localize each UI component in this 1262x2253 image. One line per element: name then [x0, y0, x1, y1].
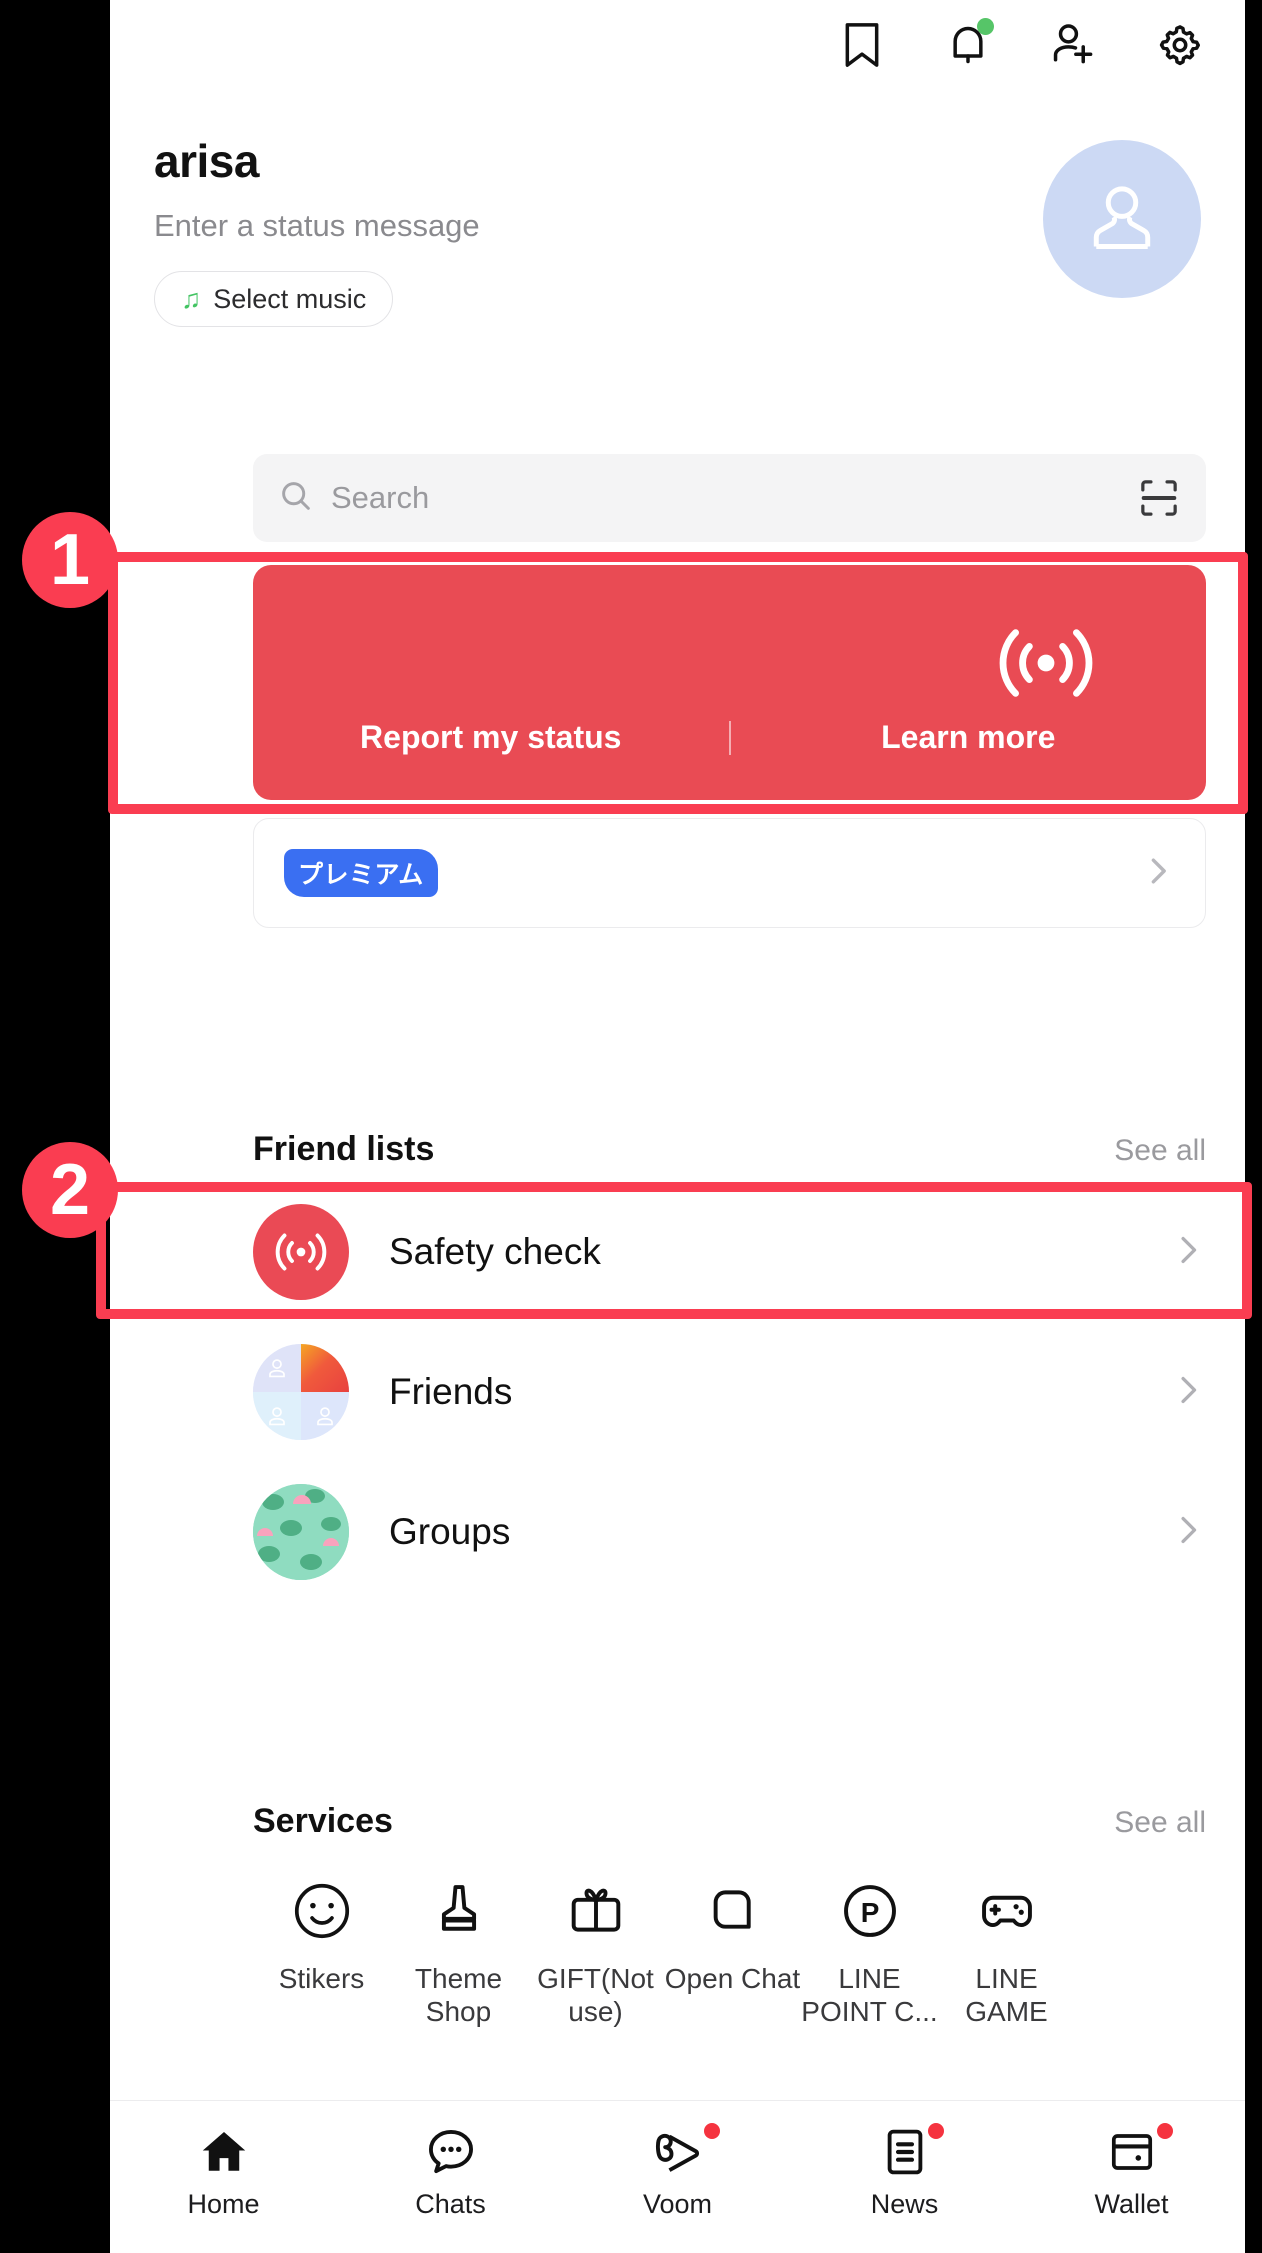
smiley-face-icon — [291, 1876, 353, 1946]
premium-row[interactable]: プレミアム — [253, 818, 1206, 928]
nav-chats[interactable]: Chats — [337, 2121, 564, 2220]
report-my-status-button[interactable]: Report my status — [253, 719, 729, 756]
nav-label: Wallet — [1094, 2189, 1169, 2219]
nav-label: Chats — [415, 2189, 486, 2219]
bottom-navigation: Home Chats Voom News Wallet — [110, 2100, 1245, 2253]
avatar[interactable] — [1043, 140, 1201, 298]
avatar-quadrant — [301, 1392, 349, 1440]
friend-lists-header: Friend lists See all — [253, 1130, 1206, 1169]
screenshot-root: arisa Enter a status message ♫ Select mu… — [0, 0, 1262, 2253]
safety-check-label: Safety check — [389, 1231, 601, 1272]
brush-icon — [428, 1876, 490, 1946]
point-p-icon: P — [839, 1876, 901, 1946]
friend-lists-title: Friend lists — [253, 1130, 435, 1168]
music-note-icon: ♫ — [181, 283, 202, 314]
nav-wallet[interactable]: Wallet — [1018, 2121, 1245, 2220]
groups-label: Groups — [389, 1511, 511, 1552]
top-icon-bar — [835, 18, 1207, 72]
groups-avatar — [253, 1484, 349, 1580]
annotation-marker-2: 2 — [22, 1142, 118, 1238]
search-input-placeholder[interactable]: Search — [331, 480, 429, 516]
safety-check-banner[interactable]: Report my status Learn more — [253, 565, 1206, 800]
add-friend-icon[interactable] — [1047, 18, 1101, 72]
wallet-icon — [1105, 2121, 1173, 2183]
friends-row[interactable]: Friends — [253, 1332, 1206, 1452]
nav-label: Home — [187, 2189, 260, 2219]
friend-lists-see-all[interactable]: See all — [1114, 1134, 1206, 1168]
chat-bubble-icon — [424, 2121, 478, 2183]
services-grid: Stikers Theme Shop GIFT(Not use) Open Ch… — [253, 1876, 1245, 2028]
chevron-right-icon — [1170, 1372, 1206, 1413]
phone-viewport: arisa Enter a status message ♫ Select mu… — [110, 0, 1245, 2253]
nav-home[interactable]: Home — [110, 2121, 337, 2220]
services-header: Services See all — [253, 1802, 1206, 1841]
nav-badge-dot — [927, 2123, 944, 2139]
search-bar[interactable]: Search — [253, 454, 1206, 542]
chevron-right-icon — [1170, 1512, 1206, 1553]
service-label: GIFT(Not use) — [537, 1963, 654, 2028]
profile-name: arisa — [154, 135, 259, 187]
service-label: Stikers — [278, 1963, 365, 1994]
annotation-marker-1: 1 — [22, 512, 118, 608]
banner-action-row: Report my status Learn more — [253, 719, 1206, 756]
gear-icon[interactable] — [1153, 18, 1207, 72]
chevron-right-icon — [1170, 1232, 1206, 1273]
home-icon — [197, 2121, 251, 2183]
avatar-quadrant — [301, 1344, 349, 1392]
premium-badge: プレミアム — [284, 849, 438, 897]
profile-section: arisa Enter a status message ♫ Select mu… — [110, 120, 1245, 327]
service-line-point-club[interactable]: P LINE POINT C... — [801, 1876, 938, 2028]
select-music-label: Select music — [213, 283, 367, 314]
notification-badge-dot — [977, 18, 994, 35]
service-open-chat[interactable]: Open Chat — [664, 1876, 801, 2028]
select-music-button[interactable]: ♫ Select music — [154, 271, 394, 327]
search-icon — [279, 479, 313, 518]
service-label: LINE GAME — [965, 1963, 1048, 2028]
nav-badge-dot — [1156, 2123, 1173, 2139]
service-line-game[interactable]: LINE GAME — [938, 1876, 1075, 2028]
qr-scan-icon[interactable] — [1138, 477, 1180, 519]
service-theme-shop[interactable]: Theme Shop — [390, 1876, 527, 2028]
broadcast-signal-icon — [994, 617, 1098, 714]
bell-icon[interactable] — [941, 18, 995, 72]
nav-label: News — [870, 2189, 939, 2219]
service-label: LINE POINT C... — [801, 1963, 938, 2028]
news-document-icon — [880, 2121, 944, 2183]
gift-icon — [565, 1876, 627, 1946]
nav-news[interactable]: News — [791, 2121, 1018, 2220]
groups-row[interactable]: Groups — [253, 1472, 1206, 1592]
service-gift[interactable]: GIFT(Not use) — [527, 1876, 664, 2028]
bookmark-icon[interactable] — [835, 18, 889, 72]
safety-check-row[interactable]: Safety check — [253, 1192, 1206, 1312]
friends-quad-avatar — [253, 1344, 349, 1440]
nav-label: Voom — [642, 2189, 713, 2219]
nav-voom[interactable]: Voom — [564, 2121, 791, 2220]
service-label: Open Chat — [664, 1963, 801, 1994]
services-see-all[interactable]: See all — [1114, 1806, 1206, 1840]
avatar-quadrant — [253, 1392, 301, 1440]
nav-badge-dot — [703, 2123, 720, 2139]
learn-more-button[interactable]: Learn more — [731, 719, 1207, 756]
svg-text:P: P — [860, 1897, 879, 1928]
services-title: Services — [253, 1802, 393, 1840]
friends-label: Friends — [389, 1371, 513, 1412]
service-label: Theme Shop — [414, 1963, 503, 2028]
broadcast-signal-icon — [253, 1204, 349, 1300]
open-chat-icon — [702, 1876, 764, 1946]
chevron-right-icon — [1141, 854, 1175, 893]
avatar-quadrant — [253, 1344, 301, 1392]
gamepad-icon — [976, 1876, 1038, 1946]
service-stikers[interactable]: Stikers — [253, 1876, 390, 2028]
voom-play-icon — [650, 2121, 720, 2183]
